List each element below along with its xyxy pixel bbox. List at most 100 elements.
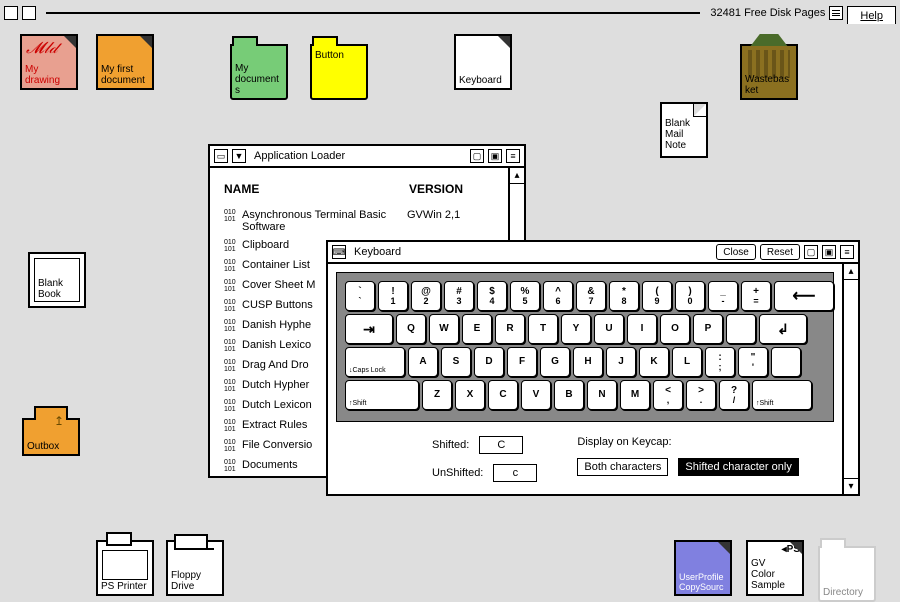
kb-scroll-track[interactable]	[844, 280, 858, 478]
key-^[interactable]: ^6	[543, 281, 573, 311]
loader-title: Application Loader	[250, 150, 349, 162]
my-documents-folder-icon[interactable]: My documents	[230, 44, 288, 100]
key-H[interactable]: H	[573, 347, 603, 377]
keyboard-titlebar[interactable]: ⌨ Keyboard Close Reset ▢ ▣ ≡	[328, 242, 858, 264]
enter-key[interactable]: ↲	[759, 314, 807, 344]
key-:[interactable]: :;	[705, 347, 735, 377]
key-blank[interactable]	[726, 314, 756, 344]
keyboard-scrollbar[interactable]: ▴ ▾	[842, 264, 858, 494]
key-*[interactable]: *8	[609, 281, 639, 311]
key-$[interactable]: $4	[477, 281, 507, 311]
keyboard-maximize-icon[interactable]: ▣	[822, 245, 836, 259]
backspace-key[interactable]: ⟵	[774, 281, 834, 311]
tab-key[interactable]: ⇥	[345, 314, 393, 344]
ps-printer-icon[interactable]: PS Printer	[96, 540, 154, 596]
keyboard-window: ⌨ Keyboard Close Reset ▢ ▣ ≡ ``!1@2#3$4%…	[326, 240, 860, 496]
caps-lock-key[interactable]: ↓Caps Lock	[345, 347, 405, 377]
key-?[interactable]: ?/	[719, 380, 749, 410]
both-characters-option[interactable]: Both characters	[577, 458, 668, 476]
top-left-box-icon-2[interactable]	[22, 6, 36, 20]
key-X[interactable]: X	[455, 380, 485, 410]
loader-minimize-icon[interactable]: ▢	[470, 149, 484, 163]
key-I[interactable]: I	[627, 314, 657, 344]
user-profile-icon[interactable]: UserProfileCopySourc	[674, 540, 732, 596]
key-S[interactable]: S	[441, 347, 471, 377]
key-"[interactable]: "'	[738, 347, 768, 377]
key-C[interactable]: C	[488, 380, 518, 410]
floppy-drive-icon[interactable]: Floppy Drive	[166, 540, 224, 596]
loader-header-version: VERSION	[409, 182, 494, 196]
key-W[interactable]: W	[429, 314, 459, 344]
button-folder-icon[interactable]: Button	[310, 44, 368, 100]
app-list-row[interactable]: 010101Asynchronous Terminal Basic Softwa…	[224, 206, 494, 236]
key-M[interactable]: M	[620, 380, 650, 410]
shifted-input[interactable]	[479, 436, 523, 454]
unshifted-input[interactable]	[493, 464, 537, 482]
scroll-up-icon[interactable]: ▴	[510, 168, 524, 184]
key-E[interactable]: E	[462, 314, 492, 344]
loader-menu-icon[interactable]: ≡	[506, 149, 520, 163]
key-J[interactable]: J	[606, 347, 636, 377]
key-R[interactable]: R	[495, 314, 525, 344]
blank-mail-note-icon[interactable]: Blank Mail Note	[660, 102, 718, 158]
key-&[interactable]: &7	[576, 281, 606, 311]
key-N[interactable]: N	[587, 380, 617, 410]
keyboard-title: Keyboard	[350, 246, 405, 258]
first-document-icon[interactable]: My first document	[96, 34, 154, 90]
key-O[interactable]: O	[660, 314, 690, 344]
key-P[interactable]: P	[693, 314, 723, 344]
key-Q[interactable]: Q	[396, 314, 426, 344]
key-)[interactable]: )0	[675, 281, 705, 311]
right-shift-key[interactable]: ↑Shift	[752, 380, 812, 410]
key-D[interactable]: D	[474, 347, 504, 377]
key-U[interactable]: U	[594, 314, 624, 344]
key-`[interactable]: ``	[345, 281, 375, 311]
keyboard-minimize-icon[interactable]: ▢	[804, 245, 818, 259]
keycap-display-toggle[interactable]: Both characters Shifted character only	[577, 458, 798, 476]
loader-maximize-icon[interactable]: ▣	[488, 149, 502, 163]
key-@[interactable]: @2	[411, 281, 441, 311]
key-+[interactable]: +=	[741, 281, 771, 311]
key-K[interactable]: K	[639, 347, 669, 377]
keyboard-menu-icon[interactable]: ≡	[840, 245, 854, 259]
menu-icon[interactable]	[829, 6, 843, 20]
keyboard-sys-icon[interactable]: ⌨	[332, 245, 346, 259]
wastebasket-icon[interactable]: Wastebasket	[740, 44, 798, 100]
reset-button[interactable]: Reset	[760, 244, 800, 260]
my-drawing-icon[interactable]: 𝓜𝓁𝒹My drawing	[20, 34, 78, 90]
key-([interactable]: (9	[642, 281, 672, 311]
loader-titlebar[interactable]: ▭ ▼ Application Loader ▢ ▣ ≡	[210, 146, 524, 168]
loader-sys-icon[interactable]: ▭	[214, 149, 228, 163]
gv-color-sample-label: GV Color Sample	[751, 558, 799, 591]
key-#[interactable]: #3	[444, 281, 474, 311]
key-%[interactable]: %5	[510, 281, 540, 311]
key-blank[interactable]	[771, 347, 801, 377]
key-_[interactable]: _-	[708, 281, 738, 311]
key->[interactable]: >.	[686, 380, 716, 410]
top-left-box-icon[interactable]	[4, 6, 18, 20]
keyboard-desktop-icon[interactable]: Keyboard	[454, 34, 512, 90]
key-![interactable]: !1	[378, 281, 408, 311]
close-button[interactable]: Close	[716, 244, 756, 260]
kb-scroll-down-icon[interactable]: ▾	[844, 478, 858, 494]
shifted-only-option[interactable]: Shifted character only	[678, 458, 798, 476]
key-Y[interactable]: Y	[561, 314, 591, 344]
blank-book-icon[interactable]: Blank Book	[28, 252, 86, 308]
gv-color-sample-icon[interactable]: ◂PSGV Color Sample	[746, 540, 804, 596]
key-G[interactable]: G	[540, 347, 570, 377]
key-L[interactable]: L	[672, 347, 702, 377]
help-button[interactable]: Help	[847, 6, 896, 24]
key-F[interactable]: F	[507, 347, 537, 377]
key-B[interactable]: B	[554, 380, 584, 410]
left-shift-key[interactable]: ↑Shift	[345, 380, 419, 410]
key-T[interactable]: T	[528, 314, 558, 344]
key-A[interactable]: A	[408, 347, 438, 377]
kb-scroll-up-icon[interactable]: ▴	[844, 264, 858, 280]
key-V[interactable]: V	[521, 380, 551, 410]
directory-folder-icon[interactable]: Directory	[818, 546, 876, 602]
key-<[interactable]: <,	[653, 380, 683, 410]
loader-filter-icon[interactable]: ▼	[232, 149, 246, 163]
key-Z[interactable]: Z	[422, 380, 452, 410]
binary-icon: 010101	[224, 299, 242, 313]
outbox-icon[interactable]: ↥Outbox	[22, 418, 80, 456]
